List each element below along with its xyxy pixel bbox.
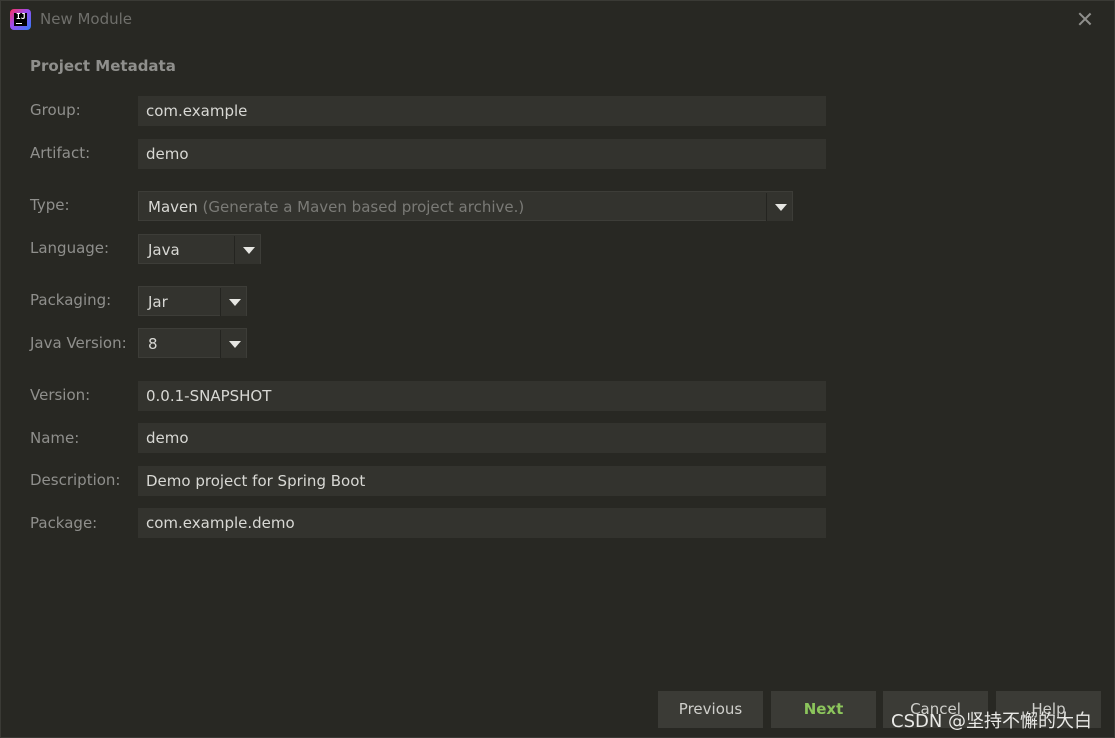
version-field[interactable]: 0.0.1-SNAPSHOT (138, 381, 826, 411)
new-module-dialog: IJ New Module Project Metadata Group: co… (0, 0, 1115, 738)
help-button[interactable]: Help (996, 691, 1101, 728)
version-label: Version: (30, 386, 91, 404)
description-label: Description: (30, 471, 121, 489)
cancel-button[interactable]: Cancel (883, 691, 988, 728)
package-label: Package: (30, 514, 98, 532)
type-label: Type: (30, 196, 70, 214)
java-version-select[interactable]: 8 (138, 328, 247, 358)
chevron-down-icon[interactable] (766, 193, 792, 221)
java-version-label: Java Version: (30, 334, 127, 352)
name-field[interactable]: demo (138, 423, 826, 453)
artifact-label: Artifact: (30, 144, 91, 162)
group-label: Group: (30, 101, 81, 119)
section-title: Project Metadata (30, 57, 176, 75)
title-bar: IJ New Module (1, 1, 1114, 37)
window-title: New Module (40, 10, 133, 28)
packaging-value: Jar (148, 293, 168, 311)
packaging-label: Packaging: (30, 291, 112, 309)
artifact-field[interactable]: demo (138, 139, 826, 169)
description-field[interactable]: Demo project for Spring Boot (138, 466, 826, 496)
java-version-value: 8 (148, 335, 158, 353)
previous-button[interactable]: Previous (658, 691, 763, 728)
group-field[interactable]: com.example (138, 96, 826, 126)
package-field[interactable]: com.example.demo (138, 508, 826, 538)
type-select[interactable]: Maven (Generate a Maven based project ar… (138, 191, 793, 221)
language-label: Language: (30, 239, 110, 257)
language-value: Java (148, 241, 180, 259)
language-select[interactable]: Java (138, 234, 261, 264)
chevron-down-icon[interactable] (234, 236, 260, 264)
next-button[interactable]: Next (771, 691, 876, 728)
name-label: Name: (30, 429, 80, 447)
type-value: Maven (148, 198, 198, 216)
chevron-down-icon[interactable] (220, 330, 246, 358)
close-icon[interactable] (1075, 9, 1095, 29)
intellij-idea-icon: IJ (10, 9, 31, 30)
chevron-down-icon[interactable] (220, 288, 246, 316)
type-hint: (Generate a Maven based project archive.… (202, 198, 525, 216)
packaging-select[interactable]: Jar (138, 286, 247, 316)
